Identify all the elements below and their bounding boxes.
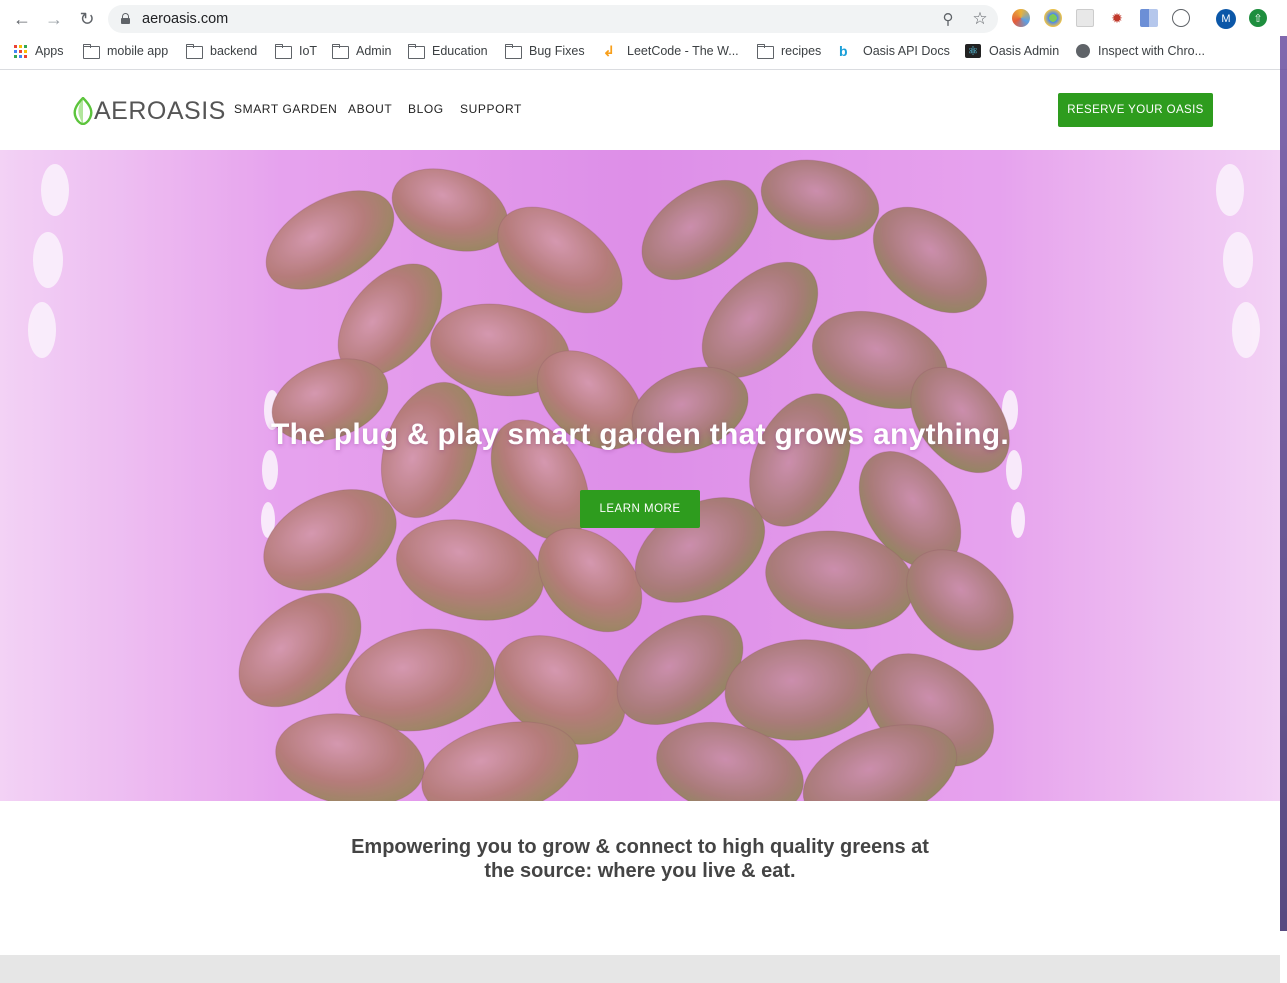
folder-icon [757,44,774,59]
reserve-oasis-button[interactable]: RESERVE YOUR OASIS [1058,93,1213,127]
bug-icon[interactable]: ✹ [1108,9,1126,27]
nav-about[interactable]: ABOUT [348,102,392,116]
leetcode-icon: ↲ [603,43,615,59]
extension-table-icon[interactable] [1140,9,1158,27]
folder-icon [332,44,349,59]
globe-icon [1076,44,1090,58]
hero-basil-image [0,150,1280,801]
extension-globe-icon[interactable] [1044,9,1062,27]
bookmark-oasis-api-docs[interactable]: b Oasis API Docs [839,42,950,60]
update-icon[interactable]: ⇧ [1249,9,1267,27]
apps-icon [14,44,27,58]
lock-icon [121,13,130,24]
adjacent-window-edge [1280,36,1287,931]
bookmark-backend[interactable]: backend [186,42,257,60]
docs-icon: b [839,43,848,59]
tagline-line-2: the source: where you live & eat. [484,860,796,882]
hero-section: The plug & play smart garden that grows … [0,150,1280,801]
extension-grid-icon[interactable] [1076,9,1094,27]
bookmark-oasis-admin[interactable]: ⚛ Oasis Admin [965,42,1059,60]
folder-icon [505,44,522,59]
hero-title: The plug & play smart garden that grows … [270,418,1010,451]
learn-more-button[interactable]: LEARN MORE [580,490,700,528]
bookmark-recipes[interactable]: recipes [757,42,821,60]
back-arrow-icon[interactable]: ← [11,8,33,30]
extension-color-icon[interactable] [1012,9,1030,27]
logo-text: AEROASIS [94,96,226,125]
bookmark-inspect[interactable]: Inspect with Chro... [1076,42,1205,60]
reload-icon[interactable]: ↻ [76,8,98,30]
aeroasis-logo[interactable]: AEROASIS [72,97,226,125]
site-header: AEROASIS SMART GARDEN ABOUT BLOG SUPPORT… [0,71,1280,150]
bookmark-apps[interactable]: Apps [14,42,64,60]
url-text[interactable]: aeroasis.com [142,11,228,27]
browser-chrome: ← → ↻ aeroasis.com ⚲ ☆ ✹ M ⇧ Apps mobile… [0,0,1287,70]
nav-blog[interactable]: BLOG [408,102,444,116]
nav-support[interactable]: SUPPORT [460,102,522,116]
browser-toolbar: ← → ↻ aeroasis.com ⚲ ☆ ✹ M ⇧ [0,0,1287,36]
bookmark-iot[interactable]: IoT [275,42,317,60]
address-bar[interactable]: aeroasis.com ⚲ ☆ [108,5,998,33]
folder-icon [186,44,203,59]
tagline-line-1: Empowering you to grow & connect to high… [351,836,929,858]
tagline: Empowering you to grow & connect to high… [300,835,980,883]
forward-arrow-icon[interactable]: → [43,8,65,30]
bookmarks-bar: Apps mobile app backend IoT Admin Educat… [0,38,1287,64]
extension-code-icon[interactable] [1172,9,1190,27]
profile-avatar[interactable]: M [1216,9,1236,29]
bookmark-admin[interactable]: Admin [332,42,391,60]
bookmark-bug-fixes[interactable]: Bug Fixes [505,42,585,60]
leaf-icon [73,97,93,125]
folder-icon [275,44,292,59]
bookmark-mobile-app[interactable]: mobile app [83,42,168,60]
bookmark-education[interactable]: Education [408,42,488,60]
react-icon: ⚛ [965,44,981,58]
nav-smart-garden[interactable]: SMART GARDEN [234,102,337,116]
bookmark-leetcode[interactable]: ↲ LeetCode - The W... [603,42,739,60]
next-section-band [0,955,1280,983]
star-icon[interactable]: ☆ [971,9,989,28]
folder-icon [83,44,100,59]
folder-icon [408,44,425,59]
zoom-icon[interactable]: ⚲ [939,10,957,28]
